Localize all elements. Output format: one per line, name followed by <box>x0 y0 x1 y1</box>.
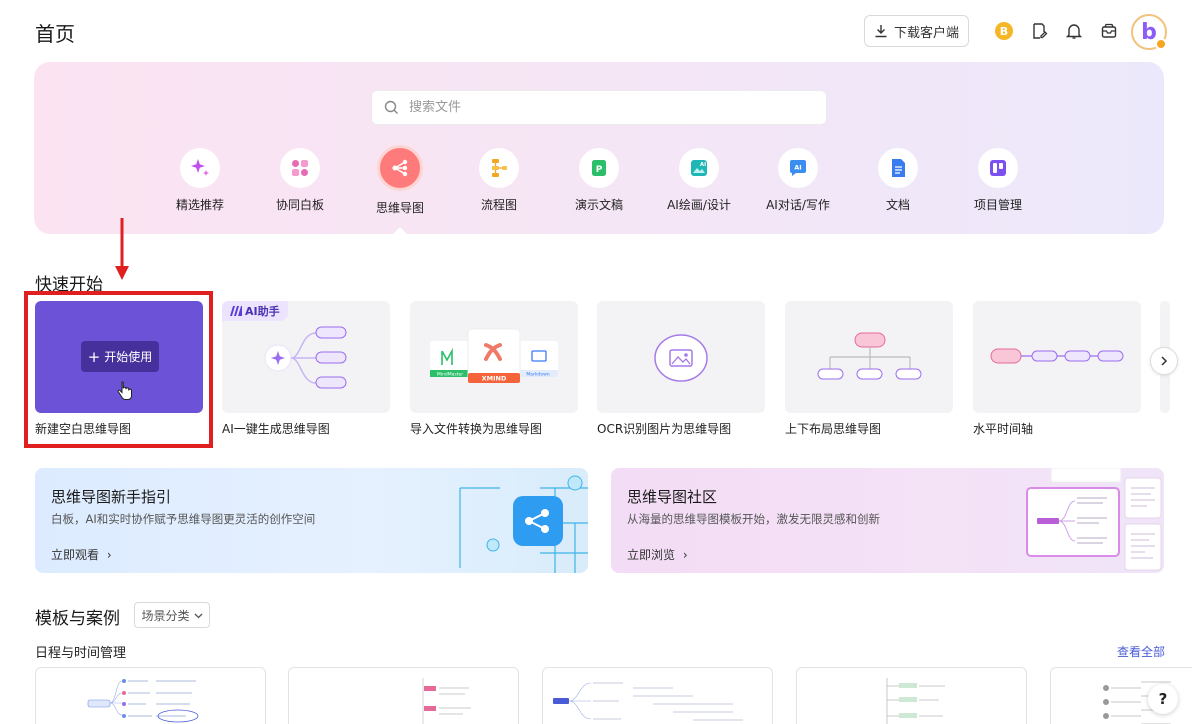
template-card[interactable] <box>542 667 773 724</box>
whiteboard-icon <box>280 148 320 188</box>
timeline-illustration <box>990 348 1124 364</box>
inbox-icon[interactable] <box>1098 20 1120 42</box>
svg-text:AI: AI <box>700 162 706 168</box>
community-banner-subtitle: 从海量的思维导图模板开始，激发无限灵感和创新 <box>627 512 880 526</box>
carousel-next-button[interactable] <box>1150 347 1178 375</box>
category-label: 思维导图 <box>375 201 424 215</box>
ai-assistant-badge: AI助手 <box>222 301 288 321</box>
guide-banner-subtitle: 白板，AI和实时协作赋予思维导图更灵活的创作空间 <box>51 512 316 526</box>
mindmap-icon <box>377 145 423 191</box>
ai-mindmap-illustration <box>264 326 347 389</box>
category-ai-paint[interactable]: AI AI绘画/设计 <box>654 148 744 213</box>
ai-logo-icon <box>230 306 242 316</box>
category-label: 演示文稿 <box>574 198 623 212</box>
coin-icon[interactable]: B <box>993 20 1015 42</box>
community-banner-title: 思维导图社区 <box>627 488 718 506</box>
category-label: 协同白板 <box>275 198 324 212</box>
guide-banner[interactable]: 思维导图新手指引 白板，AI和实时协作赋予思维导图更灵活的创作空间 立即观看 › <box>35 468 588 573</box>
svg-text:AI: AI <box>794 164 801 172</box>
help-button[interactable]: ? <box>1148 684 1178 714</box>
category-presentation[interactable]: P 演示文稿 <box>554 148 644 213</box>
chevron-down-icon <box>194 613 202 618</box>
template-thumbnail <box>553 682 743 721</box>
flowchart-icon <box>479 148 519 188</box>
guide-illustration <box>459 475 588 573</box>
templates-title: 模板与案例 <box>35 609 120 629</box>
category-flowchart[interactable]: 流程图 <box>454 148 544 213</box>
chevron-right-icon <box>1161 356 1168 366</box>
guide-banner-title: 思维导图新手指引 <box>51 488 172 506</box>
import-badge-mindmaster: MindMaster <box>437 372 463 378</box>
search-box[interactable] <box>371 90 827 125</box>
category-featured[interactable]: 精选推荐 <box>155 148 245 213</box>
template-card[interactable] <box>796 667 1027 724</box>
quick-card-label: 导入文件转换为思维导图 <box>410 422 543 436</box>
import-badge-xmind: XMIND <box>482 375 507 383</box>
ai-chat-icon: AI <box>778 148 818 188</box>
bell-icon[interactable] <box>1063 20 1085 42</box>
community-browse-label: 立即浏览 <box>627 548 676 562</box>
active-category-pointer <box>393 227 407 234</box>
page-title: 首页 <box>35 22 75 46</box>
download-client-button[interactable]: 下载客户端 <box>864 15 969 47</box>
avatar-badge <box>1155 38 1167 50</box>
category-label: AI绘画/设计 <box>667 198 731 212</box>
search-icon <box>384 100 398 114</box>
search-input[interactable] <box>409 100 789 115</box>
svg-text:P: P <box>596 165 603 175</box>
ocr-illustration <box>654 334 708 382</box>
category-ai-chat[interactable]: AI AI对话/写作 <box>753 148 843 213</box>
import-files-illustration: MindMaster Markdown XMIND <box>430 328 558 383</box>
category-mindmap[interactable]: 思维导图 <box>355 145 445 216</box>
avatar[interactable]: b <box>1131 14 1167 50</box>
template-thumbnail <box>422 678 471 724</box>
category-label: 项目管理 <box>973 198 1022 212</box>
category-whiteboard[interactable]: 协同白板 <box>255 148 345 213</box>
import-badge-markdown: Markdown <box>526 372 549 378</box>
category-label: 精选推荐 <box>175 198 224 212</box>
quick-card-ocr[interactable] <box>597 301 765 413</box>
guide-watch-link[interactable]: 立即观看 › <box>51 546 112 563</box>
annotation-arrow-icon <box>115 218 129 280</box>
guide-watch-label: 立即观看 <box>51 548 100 562</box>
kanban-icon <box>978 148 1018 188</box>
download-icon <box>875 25 887 38</box>
ai-paint-icon: AI <box>679 148 719 188</box>
scene-filter-dropdown[interactable]: 场景分类 <box>134 602 210 628</box>
template-card[interactable] <box>35 667 266 724</box>
document-icon <box>878 148 918 188</box>
quick-card-import-file[interactable]: MindMaster Markdown XMIND <box>410 301 578 413</box>
category-document[interactable]: 文档 <box>853 148 943 213</box>
quick-card-ai-generate[interactable]: AI助手 <box>222 301 390 413</box>
template-group-title: 日程与时间管理 <box>35 646 127 661</box>
quick-card-label: 新建空白思维导图 <box>35 422 132 436</box>
quick-card-label: 水平时间轴 <box>973 422 1034 436</box>
ai-badge-label: AI助手 <box>245 305 280 318</box>
sparkle-icon <box>180 148 220 188</box>
template-thumbnail <box>87 679 199 723</box>
category-label: AI对话/写作 <box>766 198 830 212</box>
edit-note-icon[interactable] <box>1028 20 1050 42</box>
template-thumbnail <box>886 678 945 724</box>
top-down-layout-illustration <box>817 332 922 380</box>
download-client-label: 下载客户端 <box>893 25 959 41</box>
coin-glyph: B <box>995 22 1013 40</box>
quick-card-label: AI一键生成思维导图 <box>222 422 330 436</box>
category-label: 文档 <box>885 198 910 212</box>
template-card[interactable] <box>288 667 519 724</box>
quick-card-label: OCR识别图片为思维导图 <box>597 422 732 436</box>
quick-card-label: 上下布局思维导图 <box>785 422 882 436</box>
quick-card-top-down[interactable] <box>785 301 953 413</box>
scene-filter-label: 场景分类 <box>141 608 190 623</box>
community-banner[interactable]: 思维导图社区 从海量的思维导图模板开始，激发无限灵感和创新 立即浏览 › <box>611 468 1164 573</box>
community-templates-illustration <box>1026 468 1162 571</box>
category-project[interactable]: 项目管理 <box>953 148 1043 213</box>
category-label: 流程图 <box>480 198 517 212</box>
view-all-link[interactable]: 查看全部 <box>1117 643 1165 660</box>
chevron-right-icon: › <box>106 548 112 562</box>
presentation-icon: P <box>579 148 619 188</box>
quick-card-horizontal-timeline[interactable] <box>973 301 1141 413</box>
community-browse-link[interactable]: 立即浏览 › <box>627 546 688 563</box>
chevron-right-icon: › <box>682 548 688 562</box>
